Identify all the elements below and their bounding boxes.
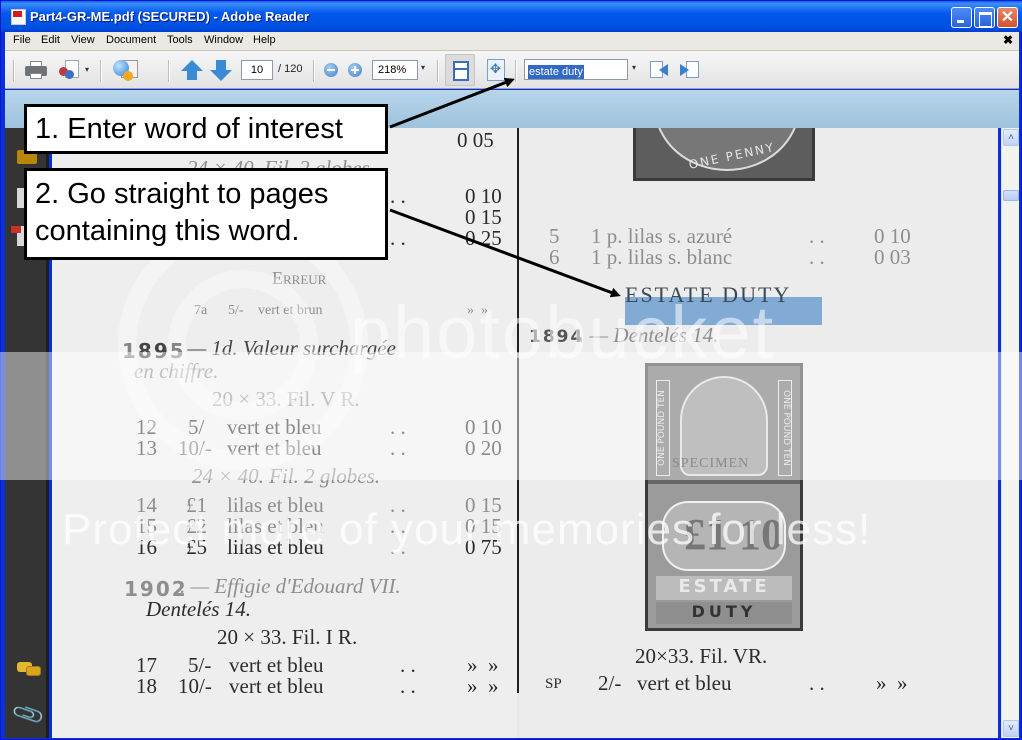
maximize-button[interactable] (974, 7, 995, 28)
page-count: / 120 (278, 63, 303, 75)
close-button[interactable]: ✕ (997, 7, 1018, 28)
zoom-level-input[interactable]: 218% (372, 60, 418, 80)
find-input-value: estate duty (528, 65, 584, 79)
toolbar-separator (313, 60, 315, 82)
callout-text-line1: 2. Go straight to pages (35, 178, 329, 210)
previous-page-icon[interactable] (181, 60, 203, 82)
scroll-thumb[interactable] (1003, 190, 1019, 201)
row-number: 18 (136, 674, 157, 698)
attachments-icon[interactable]: 📎 (10, 697, 47, 733)
minimize-button[interactable] (951, 7, 972, 28)
dots: . . (809, 245, 825, 269)
watermark-band (0, 352, 1022, 480)
printer-icon[interactable] (25, 61, 47, 79)
heading-1902: . — Effigie d'Edouard VII. (180, 574, 401, 598)
adobe-reader-app-icon[interactable] (11, 9, 26, 25)
zoom-in-icon[interactable] (348, 63, 362, 77)
find-dropdown-icon[interactable]: ▾ (632, 63, 636, 72)
find-next-icon[interactable] (680, 61, 700, 79)
menu-tools[interactable]: Tools (167, 34, 193, 46)
row-number: SP (545, 676, 562, 692)
next-page-icon[interactable] (210, 60, 232, 82)
row-description: vert et bleu (229, 674, 324, 698)
toolbar: ▾ 10 / 120 218% ▾ estate duty ▾ (5, 51, 1019, 89)
zoom-dropdown-icon[interactable]: ▾ (421, 63, 425, 72)
heading-1902-line2: Dentelés 14. (146, 597, 251, 621)
toolbar-separator (13, 60, 15, 82)
row-price: » » (876, 671, 908, 695)
page-number-input[interactable]: 10 (241, 60, 273, 80)
stamp-duty-text: DUTY (656, 602, 792, 624)
fit-width-button[interactable] (445, 54, 475, 86)
comments-icon[interactable] (17, 662, 41, 680)
toolbar-separator (100, 60, 102, 82)
collaborate-icon[interactable] (59, 60, 79, 81)
callout-text-line2: containing this word. (35, 215, 300, 247)
window-title: Part4-GR-ME.pdf (SECURED) - Adobe Reader (30, 9, 310, 24)
full-screen-icon[interactable] (487, 59, 505, 81)
toolbar-separator (168, 60, 170, 82)
find-previous-icon[interactable] (650, 61, 670, 79)
section-subheading: 20 × 33. Fil. I R. (217, 625, 358, 649)
price: 0 25 (465, 226, 502, 250)
stamp-estate-text: ESTATE (656, 576, 792, 600)
one-penny-stamp-image: ONE PENNY (633, 128, 815, 181)
dots: . . (390, 226, 406, 250)
menu-edit[interactable]: Edit (41, 34, 60, 46)
callout-enter-word: 1. Enter word of interest (24, 104, 388, 154)
menu-file[interactable]: File (13, 34, 31, 46)
title-bar[interactable]: Part4-GR-ME.pdf (SECURED) - Adobe Reader… (1, 1, 1022, 32)
section-subheading: 20×33. Fil. VR. (635, 644, 768, 668)
collaborate-dropdown-icon[interactable]: ▾ (85, 65, 89, 74)
dots: . . (390, 184, 406, 208)
row-description: 1 p. lilas s. blanc (591, 245, 733, 269)
scroll-up-button[interactable]: ˄ (1003, 129, 1019, 146)
close-icon: ✕ (1000, 9, 1015, 26)
fit-width-icon (453, 61, 469, 81)
menu-bar: File Edit View Document Tools Window Hel… (5, 32, 1019, 51)
row-value: 10/- (178, 674, 212, 698)
row-description: vert et bleu (637, 671, 732, 695)
menu-view[interactable]: View (71, 34, 95, 46)
find-input[interactable]: estate duty (524, 59, 628, 80)
row-price: 0 03 (874, 245, 911, 269)
close-document-icon[interactable]: ✖ (1003, 33, 1013, 47)
zoom-out-icon[interactable] (324, 63, 338, 77)
callout-text: 1. Enter word of interest (35, 113, 343, 145)
row-price: » » (467, 674, 499, 698)
toolbar-separator (515, 60, 517, 82)
row-value: 2/- (598, 671, 622, 695)
callout-go-to-pages: 2. Go straight to pages containing this … (24, 168, 388, 260)
secure-globe-icon[interactable] (113, 58, 139, 82)
menu-help[interactable]: Help (253, 34, 276, 46)
dots: . . (400, 674, 416, 698)
scroll-down-button[interactable]: ˅ (1003, 720, 1019, 737)
dots: . . (809, 671, 825, 695)
menu-document[interactable]: Document (106, 34, 156, 46)
menu-window[interactable]: Window (204, 34, 243, 46)
watermark-tagline: Protect more of your memories for less! (62, 505, 872, 554)
price: 0 05 (457, 128, 494, 152)
row-number: 6 (549, 245, 560, 269)
toolbar-separator (437, 60, 439, 82)
